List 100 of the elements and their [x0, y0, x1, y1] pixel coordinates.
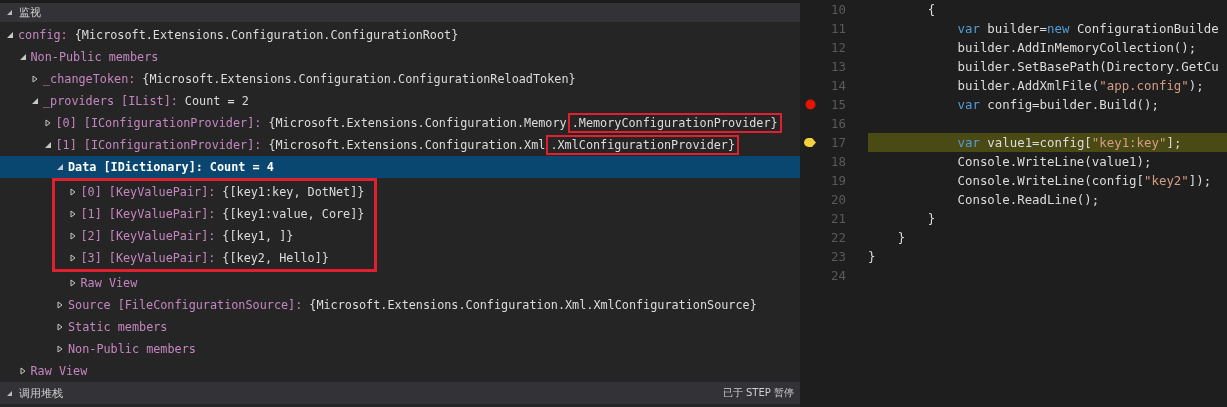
- tree-row[interactable]: Non-Public members: [0, 338, 800, 360]
- variable-type: [FileConfigurationSource]:: [117, 298, 303, 312]
- line-number: 24: [830, 268, 846, 283]
- collapsed-triangle-icon[interactable]: [18, 367, 27, 375]
- caret-icon[interactable]: [6, 389, 13, 397]
- status-text: 已于 STEP 暂停: [722, 386, 794, 400]
- variable-value: {[key2, Hello]}: [222, 251, 329, 265]
- tree-row[interactable]: [1] [KeyValuePair]: {[key1:value, Core]}: [54, 203, 365, 225]
- code-line: builder.AddInMemoryCollection();: [956, 40, 1197, 55]
- variable-name: Source: [68, 298, 111, 312]
- variable-name: _providers: [43, 94, 115, 108]
- tree-row[interactable]: Static members: [0, 316, 800, 338]
- line-number: 23: [830, 249, 846, 264]
- breakpoint-icon[interactable]: [804, 99, 816, 110]
- line-number: 20: [830, 192, 846, 207]
- variable-type: [KeyValuePair]:: [108, 185, 216, 199]
- code-line: }: [896, 230, 906, 245]
- variable-type: [IConfigurationProvider]:: [83, 116, 262, 130]
- line-number: 10: [830, 2, 846, 17]
- expanded-triangle-icon[interactable]: [56, 163, 64, 171]
- variable-type: [KeyValuePair]:: [108, 251, 216, 265]
- collapsed-triangle-icon[interactable]: [68, 254, 77, 262]
- line-number: 22: [830, 230, 846, 245]
- tree-row[interactable]: [0] [IConfigurationProvider]: {Microsoft.Extensions.Configuration.Memory .MemoryConfigurationProvider}: [0, 112, 800, 134]
- tree-row[interactable]: [1] [IConfigurationProvider]: {Microsoft.Extensions.Configuration.Xml .XmlConfigurationProvider}: [0, 134, 800, 156]
- tree-row[interactable]: [3] [KeyValuePair]: {[key2, Hello]}: [54, 247, 365, 269]
- variable-value: {Microsoft.Extensions.Configuration.Memory: [268, 116, 567, 130]
- code-line: builder.AddXmlFile("app.config");: [956, 78, 1204, 93]
- line-number: 16: [830, 116, 846, 131]
- variable-type: [IDictionary]:: [103, 160, 203, 174]
- variable-value: {Microsoft.Extensions.Configuration.ConfigurationReloadToken}: [142, 72, 576, 86]
- tree-row[interactable]: Non-Public members: [0, 46, 800, 68]
- code-line: var config=builder.Build();: [956, 97, 1159, 112]
- code-line: Console.WriteLine(value1);: [956, 154, 1152, 169]
- panel-title: 监视: [19, 5, 41, 20]
- variable-value: {Microsoft.Extensions.Configuration.Xml: [268, 138, 546, 152]
- variable-name: Static members: [68, 320, 168, 334]
- tree-row[interactable]: Raw View: [0, 360, 800, 382]
- code-line: var builder=new ConfigurationBuilde: [956, 21, 1219, 36]
- variable-name: Data: [68, 160, 97, 174]
- tree-row[interactable]: _changeToken: {Microsoft.Extensions.Configuration.ConfigurationReloadToken}: [0, 68, 800, 90]
- code-line: Console.WriteLine(config["key2"]);: [956, 173, 1212, 188]
- expanded-triangle-icon[interactable]: [6, 31, 14, 39]
- variable-name: [0]: [80, 185, 102, 199]
- variable-name: [0]: [55, 116, 77, 130]
- line-number: 17: [830, 135, 846, 150]
- tree-row[interactable]: Data [IDictionary]: Count = 4: [0, 156, 800, 178]
- caret-icon[interactable]: [6, 9, 13, 16]
- variable-name: [1]: [80, 207, 102, 221]
- variable-value: {Microsoft.Extensions.Configuration.Xml.XmlConfigurationSource}: [309, 298, 757, 312]
- collapsed-triangle-icon[interactable]: [68, 210, 77, 218]
- expanded-triangle-icon[interactable]: [43, 141, 52, 149]
- tree-row[interactable]: [2] [KeyValuePair]: {[key1, ]}: [54, 225, 365, 247]
- panel-title: 调用堆栈: [19, 385, 63, 401]
- line-number: 21: [830, 211, 846, 226]
- variable-name: [1]: [55, 138, 77, 152]
- collapsed-triangle-icon[interactable]: [56, 345, 64, 353]
- variable-name: Non-Public members: [30, 50, 159, 64]
- collapsed-triangle-icon[interactable]: [31, 75, 39, 83]
- collapsed-triangle-icon[interactable]: [56, 323, 64, 331]
- tree-row[interactable]: [0] [KeyValuePair]: {[key1:key, DotNet]}: [54, 181, 365, 203]
- code-line: {: [926, 2, 936, 17]
- variable-value: Count = 4: [209, 160, 274, 174]
- variable-name: _changeToken:: [43, 72, 136, 86]
- tree-row[interactable]: _providers [IList]: Count = 2: [0, 90, 800, 112]
- line-number: 19: [830, 173, 846, 188]
- variable-name: Raw View: [80, 276, 138, 290]
- expanded-triangle-icon[interactable]: [31, 97, 39, 105]
- collapsed-triangle-icon[interactable]: [68, 188, 77, 196]
- line-number: 18: [830, 154, 846, 169]
- variable-name: [3]: [80, 251, 102, 265]
- code-line: }: [868, 249, 876, 264]
- variable-value: {[key1:key, DotNet]}: [222, 185, 365, 199]
- code-line: builder.SetBasePath(Directory.GetCu: [956, 59, 1219, 74]
- collapsed-triangle-icon[interactable]: [68, 279, 77, 287]
- collapsed-triangle-icon[interactable]: [68, 232, 77, 240]
- variable-type: [KeyValuePair]:: [108, 229, 216, 243]
- tree-row[interactable]: Source [FileConfigurationSource]: {Microsoft.Extensions.Configuration.Xml.XmlConfigurationSource}: [0, 294, 800, 316]
- variable-name: config:: [18, 28, 68, 42]
- highlighted-value: .MemoryConfigurationProvider}: [567, 113, 782, 133]
- line-number: 11: [830, 21, 846, 36]
- expanded-triangle-icon[interactable]: [18, 53, 27, 61]
- highlighted-value: .XmlConfigurationProvider}: [546, 135, 740, 155]
- call-stack-header[interactable]: 调用堆栈 已于 STEP 暂停: [0, 382, 800, 404]
- tree-row[interactable]: config: {Microsoft.Extensions.Configuration.ConfigurationRoot}: [0, 24, 800, 46]
- tree-row[interactable]: Raw View: [0, 272, 800, 294]
- line-number: 12: [830, 40, 846, 55]
- collapsed-triangle-icon[interactable]: [43, 119, 52, 127]
- variable-value: {Microsoft.Extensions.Configuration.ConfigurationRoot}: [74, 28, 459, 42]
- variable-type: [IConfigurationProvider]:: [83, 138, 262, 152]
- code-line: }: [926, 211, 936, 226]
- line-number: 13: [830, 59, 846, 74]
- variable-name: Non-Public members: [68, 342, 196, 356]
- collapsed-triangle-icon[interactable]: [56, 301, 64, 309]
- variable-value: {[key1:value, Core]}: [222, 207, 365, 221]
- line-number: 15: [830, 97, 846, 112]
- variable-value: Count = 2: [184, 94, 249, 108]
- watch-panel-header[interactable]: 监视: [0, 3, 800, 22]
- variable-name: [2]: [80, 229, 102, 243]
- code-line: Console.ReadLine();: [956, 192, 1100, 207]
